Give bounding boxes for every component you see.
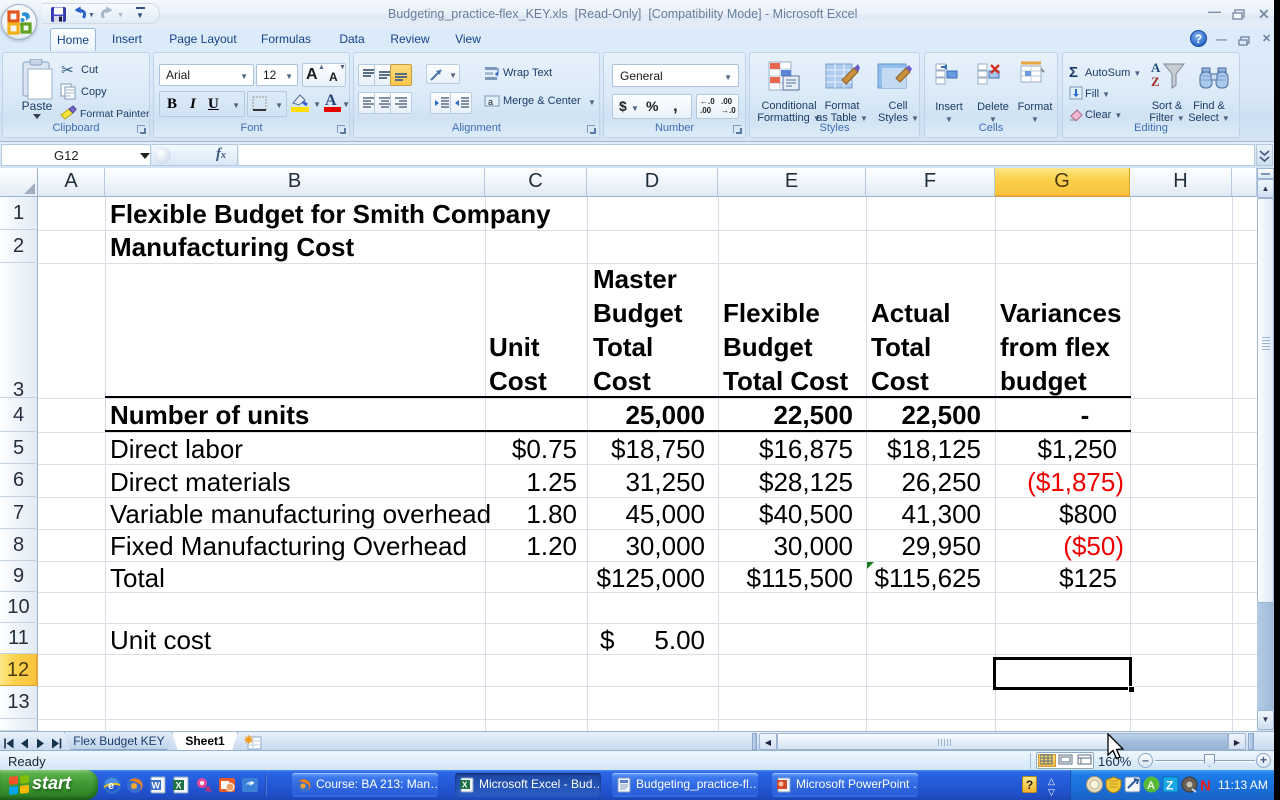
- svg-text:W: W: [152, 781, 161, 791]
- svg-text:N: N: [1200, 778, 1211, 794]
- svg-text:e: e: [108, 780, 114, 792]
- svg-text:a: a: [488, 97, 493, 107]
- svg-text:Z: Z: [1166, 779, 1173, 793]
- svg-text:X: X: [176, 781, 182, 791]
- svg-text:X: X: [462, 781, 468, 790]
- svg-text:A: A: [1147, 780, 1155, 792]
